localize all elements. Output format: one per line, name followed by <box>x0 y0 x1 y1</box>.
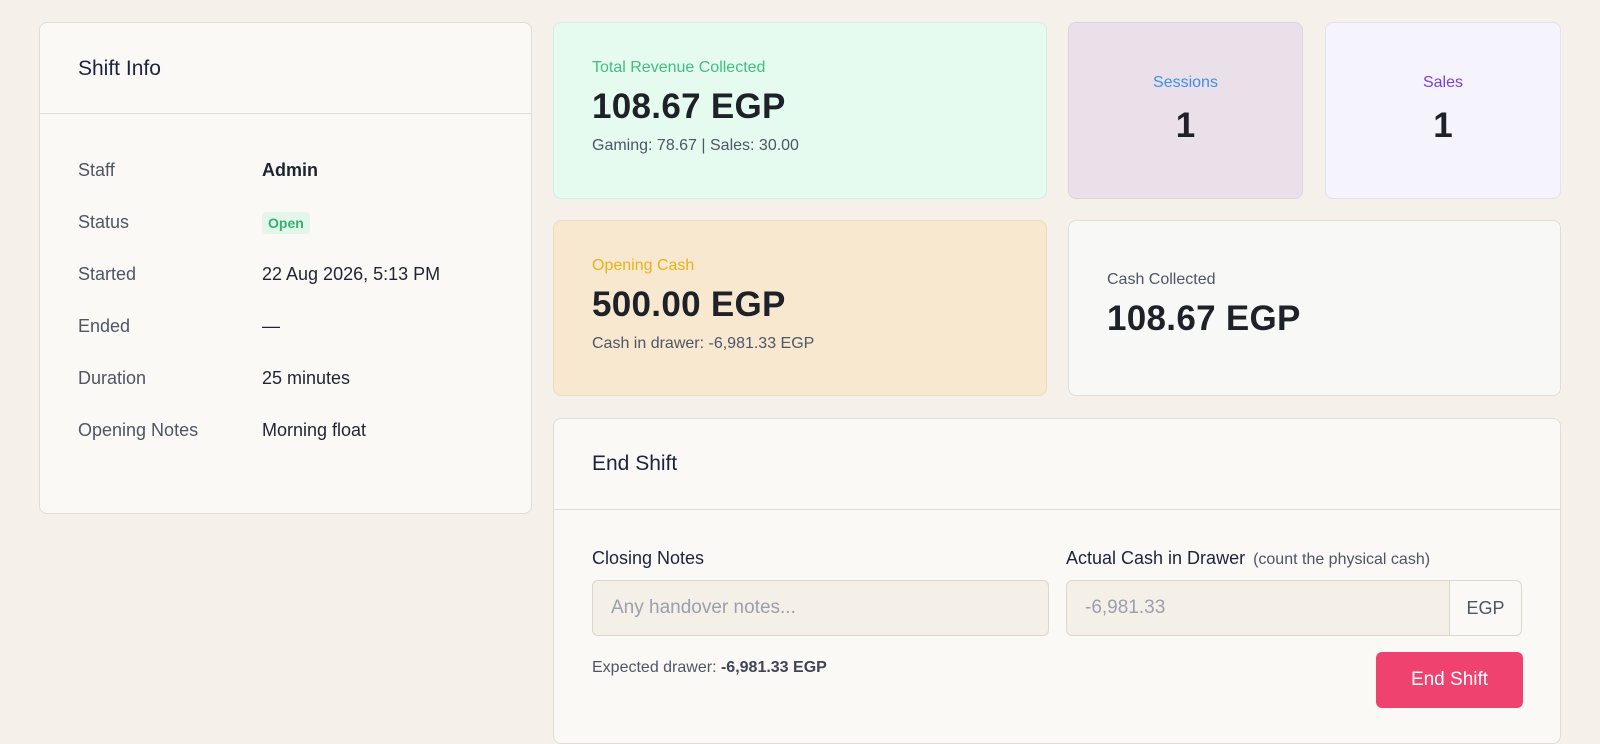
info-label: Ended <box>78 316 131 336</box>
info-row-ended: Ended — <box>78 316 493 368</box>
opening-cash-card: Opening Cash 500.00 EGP Cash in drawer: … <box>553 220 1047 396</box>
cash-in-drawer: Cash in drawer: -6,981.33 EGP <box>592 335 815 352</box>
sessions-label: Sessions <box>1153 74 1218 91</box>
sessions-card: Sessions 1 <box>1068 22 1303 199</box>
cash-collected-card: Cash Collected 108.67 EGP <box>1068 220 1561 396</box>
started-value: 22 Aug 2026, 5:13 PM <box>262 264 441 284</box>
end-shift-card: End Shift Closing Notes Any handover not… <box>553 418 1561 744</box>
info-row-started: Started 22 Aug 2026, 5:13 PM <box>78 264 493 316</box>
revenue-card: Total Revenue Collected 108.67 EGP Gamin… <box>553 22 1047 199</box>
sales-count: 1 <box>1433 106 1453 145</box>
revenue-amount: 108.67 EGP <box>592 87 786 126</box>
duration-value: 25 minutes <box>262 368 351 388</box>
info-label: Status <box>78 212 130 232</box>
info-label: Opening Notes <box>78 420 199 440</box>
end-shift-button[interactable]: End Shift <box>1376 652 1523 708</box>
end-shift-header: End Shift <box>554 419 1560 510</box>
status-cell: Open <box>262 212 310 234</box>
info-row-opening-notes: Opening Notes Morning float <box>78 420 493 472</box>
actual-cash-label: Actual Cash in Drawer <box>1066 548 1246 568</box>
actual-cash-hint: (count the physical cash) <box>1253 551 1431 568</box>
info-label: Duration <box>78 368 147 388</box>
info-label: Staff <box>78 160 115 180</box>
shift-info-header: Shift Info <box>40 23 531 114</box>
opening-cash-label: Opening Cash <box>592 257 695 274</box>
status-badge: Open <box>262 212 310 234</box>
sessions-count: 1 <box>1175 106 1196 145</box>
info-row-status: Status Open <box>78 212 493 264</box>
closing-notes-input[interactable]: Any handover notes... <box>592 580 1049 636</box>
expected-drawer-label: Expected drawer: <box>592 659 717 676</box>
info-row-duration: Duration 25 minutes <box>78 368 493 420</box>
revenue-breakdown: Gaming: 78.67 | Sales: 30.00 <box>592 137 799 154</box>
staff-value: Admin <box>262 160 318 180</box>
info-label: Started <box>78 264 137 284</box>
actual-cash-input[interactable]: -6,981.33 <box>1066 580 1450 636</box>
ended-value: — <box>262 316 280 336</box>
shift-info-title: Shift Info <box>78 57 161 80</box>
shift-info-card: Shift Info Staff Admin Status Open Start… <box>39 22 532 514</box>
expected-drawer-value: -6,981.33 EGP <box>720 659 827 676</box>
sales-label: Sales <box>1422 74 1464 91</box>
currency-addon: EGP <box>1449 580 1522 636</box>
closing-notes-label: Closing Notes <box>592 548 705 568</box>
opening-cash-amount: 500.00 EGP <box>592 285 786 324</box>
sales-card: Sales 1 <box>1325 22 1561 199</box>
opening-notes-value: Morning float <box>262 420 367 440</box>
shift-info-rows: Staff Admin Status Open Started 22 Aug 2… <box>40 114 531 472</box>
actual-cash-label-row: Actual Cash in Drawer (count the physical… <box>1066 548 1430 569</box>
end-shift-title: End Shift <box>592 452 678 475</box>
cash-collected-amount: 108.67 EGP <box>1107 299 1301 338</box>
info-row-staff: Staff Admin <box>78 160 493 212</box>
expected-drawer: Expected drawer: -6,981.33 EGP <box>592 659 827 677</box>
cash-collected-label: Cash Collected <box>1107 271 1216 288</box>
revenue-label: Total Revenue Collected <box>592 59 766 76</box>
